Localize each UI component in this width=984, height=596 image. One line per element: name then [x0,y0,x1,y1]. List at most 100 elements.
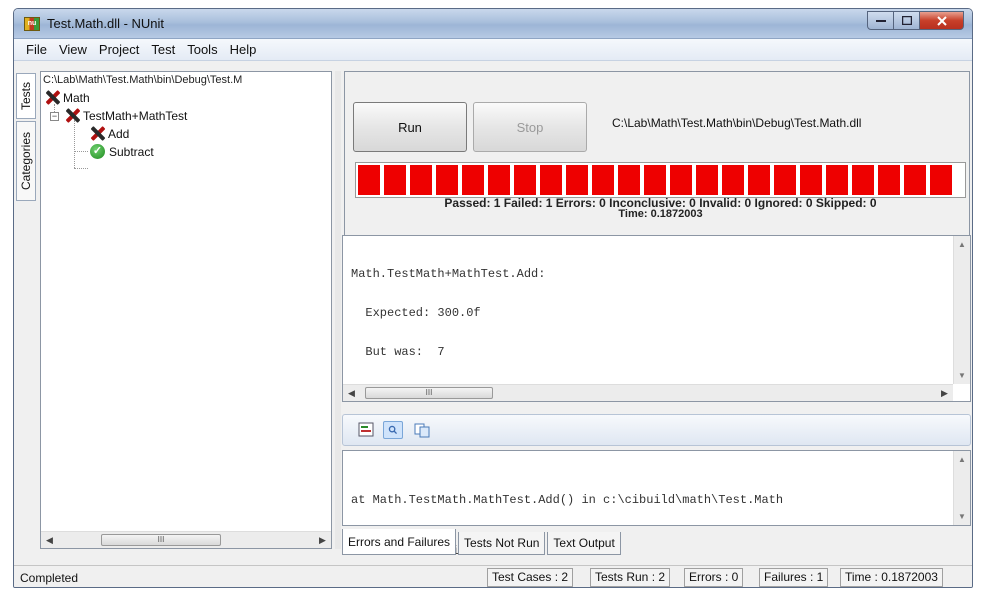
scroll-thumb[interactable]: III [101,534,221,546]
error-line: Math.TestMath+MathTest.Add: [351,267,546,281]
tree-node-label: Subtract [109,144,154,159]
menu-test[interactable]: Test [145,42,181,57]
error-message: Math.TestMath+MathTest.Add: Expected: 30… [351,242,545,385]
stack-toolbar [342,414,971,446]
progress-segment [670,165,692,195]
maximize-icon [901,16,912,25]
tree-node-fixture[interactable]: TestMath+MathTest [65,108,187,123]
source-code-icon[interactable] [357,421,377,439]
scroll-right-icon[interactable]: ▶ [936,385,953,401]
tab-text-output[interactable]: Text Output [547,532,621,555]
progress-segment [774,165,796,195]
progress-segment [852,165,874,195]
window-title: Test.Math.dll - NUnit [47,16,165,31]
tab-tests-label: Tests [19,81,33,111]
scroll-thumb[interactable]: III [365,387,493,399]
copy-icon[interactable] [413,421,433,439]
close-button[interactable] [920,11,964,30]
error-line: Expected: 300.0f [351,306,481,320]
error-output-box[interactable]: Math.TestMath+MathTest.Add: Expected: 30… [342,235,971,402]
failed-icon [90,126,105,141]
progress-segment [930,165,952,195]
error-line: But was: 7 [351,345,445,359]
minimize-button[interactable] [867,11,894,30]
tree-node-add[interactable]: Add [90,126,129,141]
progress-segment [488,165,510,195]
test-summary: Passed: 1 Failed: 1 Errors: 0 Inconclusi… [444,196,877,210]
stack-vertical-scrollbar[interactable]: ▲ ▼ [953,451,970,525]
tab-errors-and-failures[interactable]: Errors and Failures [342,529,457,555]
status-tests-run: Tests Run : 2 [590,568,671,587]
tab-categories[interactable]: Categories [16,121,36,201]
failed-icon [65,108,80,123]
failed-icon [45,90,60,105]
progress-segment [748,165,770,195]
tree-node-math[interactable]: Math [45,90,90,105]
passed-check-icon: ✓ [90,144,105,159]
test-tree[interactable]: C:\Lab\Math\Test.Math\bin\Debug\Test.M M… [40,71,332,549]
stack-trace-box[interactable]: at Math.TestMath.MathTest.Add() in c:\ci… [342,450,971,558]
title-bar[interactable]: nu Test.Math.dll - NUnit [14,9,972,39]
run-time: Time: 0.1872003 [618,209,703,217]
result-tabs: Errors and Failures Tests Not Run Text O… [342,529,623,555]
progress-segment [410,165,432,195]
progress-segment [800,165,822,195]
progress-segment [696,165,718,195]
menu-bar: File View Project Test Tools Help [14,39,972,61]
scroll-right-icon[interactable]: ▶ [314,532,331,548]
error-vertical-scrollbar[interactable]: ▲ ▼ [953,236,970,384]
error-horizontal-scrollbar[interactable]: ◀ III ▶ [343,384,953,401]
menu-help[interactable]: Help [224,42,263,57]
nunit-app-icon: nu [24,17,40,31]
progress-segment [514,165,536,195]
tree-node-label: Add [108,126,130,141]
tree-node-subtract[interactable]: ✓ Subtract [90,144,154,159]
run-panel: Run Stop C:\Lab\Math\Test.Math\bin\Debug… [344,71,970,241]
tab-tests[interactable]: Tests [16,73,36,119]
scroll-left-icon[interactable]: ◀ [41,532,58,548]
scroll-left-icon[interactable]: ◀ [343,385,360,401]
panel-splitter[interactable] [335,71,341,549]
menu-project[interactable]: Project [93,42,145,57]
status-time: Time : 0.1872003 [840,568,943,587]
stack-trace-line: at Math.TestMath.MathTest.Add() in c:\ci… [351,493,784,507]
menu-tools[interactable]: Tools [181,42,223,57]
status-errors: Errors : 0 [684,568,744,587]
side-tabs: Tests Categories [16,73,36,203]
progress-segment [904,165,926,195]
collapse-toggle[interactable]: − [50,112,59,121]
tree-root-path: C:\Lab\Math\Test.Math\bin\Debug\Test.M [43,74,243,86]
scroll-down-icon[interactable]: ▼ [954,367,970,384]
stop-button[interactable]: Stop [473,102,587,152]
tree-horizontal-scrollbar[interactable]: ◀ III ▶ [41,531,331,548]
progress-segment [384,165,406,195]
progress-bar [355,162,966,198]
menu-file[interactable]: File [20,42,53,57]
zoom-icon[interactable] [383,421,403,439]
progress-segment [592,165,614,195]
progress-segment [878,165,900,195]
progress-segment [644,165,666,195]
status-failures: Failures : 1 [759,568,829,587]
status-bar: Completed Test Cases : 2 Tests Run : 2 E… [14,565,972,587]
tree-node-label: Math [63,90,90,105]
tab-tests-not-run[interactable]: Tests Not Run [458,532,546,555]
progress-segment [566,165,588,195]
maximize-button[interactable] [894,11,920,30]
scroll-up-icon[interactable]: ▲ [954,451,970,468]
progress-segment [436,165,458,195]
close-icon [936,15,947,26]
assembly-path: C:\Lab\Math\Test.Math\bin\Debug\Test.Mat… [612,116,862,130]
progress-segment [462,165,484,195]
scroll-up-icon[interactable]: ▲ [954,236,970,253]
progress-segment [358,165,380,195]
status-text: Completed [20,571,79,585]
nunit-window: nu Test.Math.dll - NUnit File View Proje… [13,8,973,588]
menu-view[interactable]: View [53,42,93,57]
progress-segment [826,165,848,195]
progress-segment [540,165,562,195]
status-test-cases: Test Cases : 2 [487,568,574,587]
tab-categories-label: Categories [19,131,33,191]
run-button[interactable]: Run [353,102,467,152]
scroll-down-icon[interactable]: ▼ [954,508,970,525]
